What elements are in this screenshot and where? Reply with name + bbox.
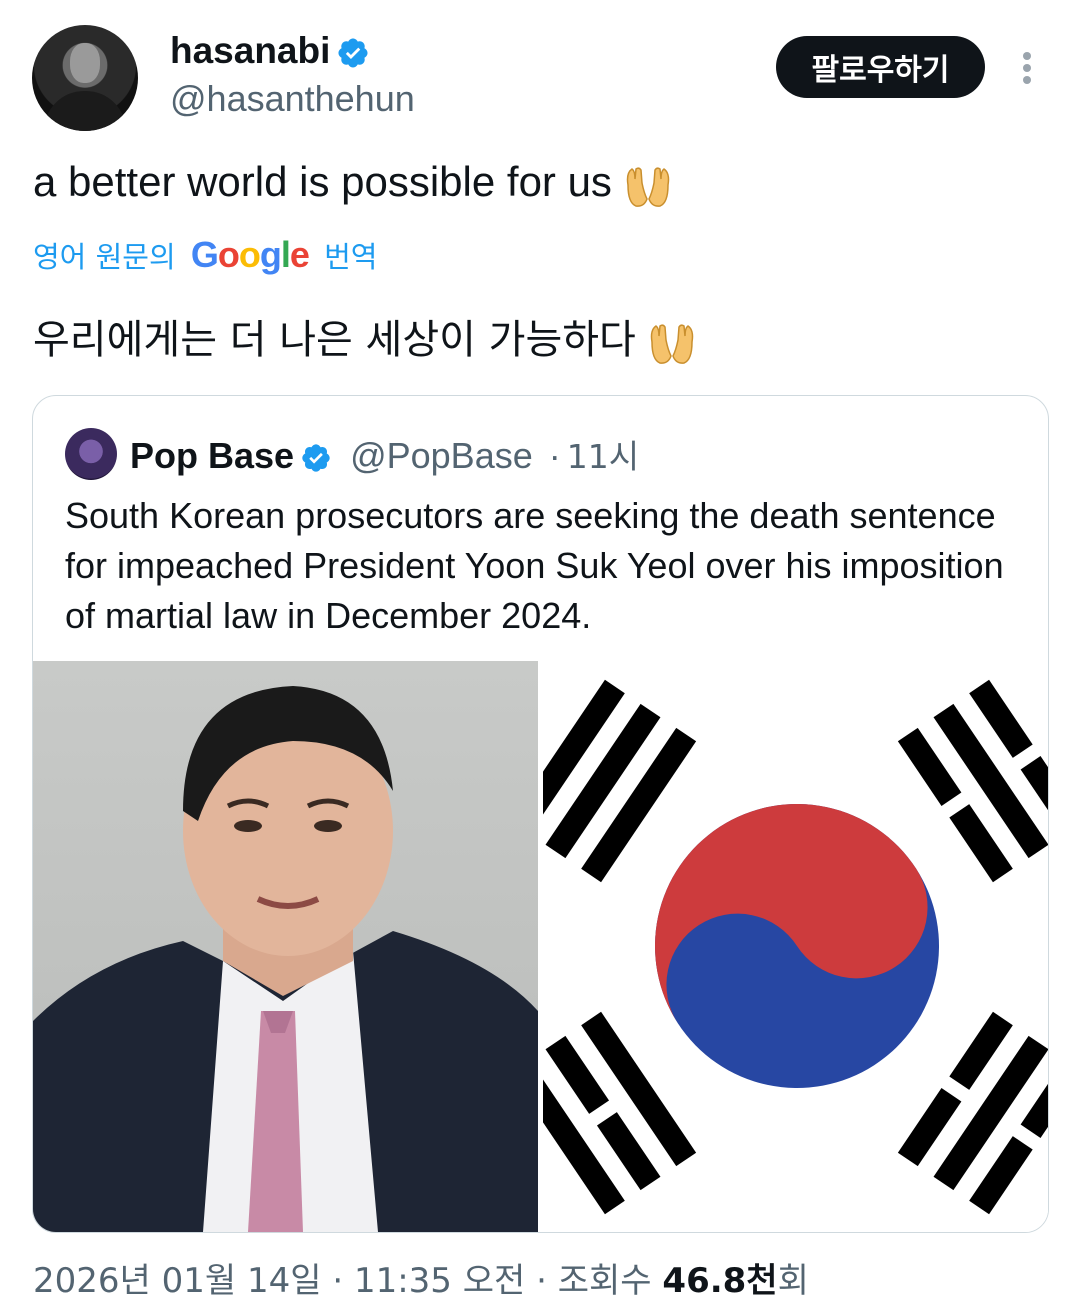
tweet-date[interactable]: 2026년 01월 14일 xyxy=(33,1261,322,1301)
author-handle[interactable]: @hasanthehun xyxy=(170,78,415,120)
meta-separator: · xyxy=(332,1261,344,1301)
translated-text-row: 우리에게는 더 나은 세상이 가능하다 xyxy=(33,307,698,368)
quoted-tweet-card[interactable]: Pop Base @PopBase · 11시 South Korean pros… xyxy=(32,395,1049,1233)
google-letter: l xyxy=(280,234,291,275)
meta-separator: · xyxy=(536,1261,547,1301)
tweet-text: a better world is possible for us xyxy=(33,158,612,205)
quote-author-avatar[interactable] xyxy=(65,428,117,480)
quote-timestamp[interactable]: 11시 xyxy=(567,437,639,476)
author-avatar[interactable] xyxy=(32,25,138,131)
quote-text: South Korean prosecutors are seeking the… xyxy=(65,495,1004,636)
author-name-row[interactable]: hasanabi xyxy=(170,30,370,72)
tweet-time[interactable]: 11:35 오전 xyxy=(354,1261,525,1301)
palms-up-together-icon xyxy=(650,324,694,364)
google-letter: g xyxy=(259,234,282,275)
google-letter: o xyxy=(238,234,261,275)
google-letter: o xyxy=(217,234,240,275)
translate-suffix: 번역 xyxy=(324,240,378,274)
google-letter: e xyxy=(289,234,310,275)
quote-header: Pop Base @PopBase · 11시 xyxy=(130,430,639,478)
portrait-image xyxy=(33,686,538,1232)
views-value: 46.8천 xyxy=(662,1261,778,1301)
translate-link[interactable]: 영어 원문의 Google 번역 xyxy=(33,234,378,276)
author-name[interactable]: hasanabi xyxy=(170,30,330,71)
verified-badge-icon xyxy=(338,38,368,68)
palms-up-together-icon xyxy=(626,167,670,207)
follow-button[interactable]: 팔로우하기 xyxy=(776,36,985,98)
verified-badge-icon xyxy=(302,444,330,473)
quote-media-flag[interactable] xyxy=(543,661,1048,1232)
more-options-icon[interactable] xyxy=(1012,48,1042,88)
tweet-meta: 2026년 01월 14일 · 11:35 오전 · 조회수 46.8천회 xyxy=(33,1253,809,1302)
views-label: 조회수 xyxy=(557,1261,652,1301)
translated-text: 우리에게는 더 나은 세상이 가능하다 xyxy=(33,317,636,363)
tweet-text-row: a better world is possible for us xyxy=(33,158,674,211)
google-letter: G xyxy=(190,234,219,275)
quote-media-portrait[interactable] xyxy=(33,661,538,1232)
quote-separator: · xyxy=(548,435,561,476)
quote-author-handle[interactable]: @PopBase xyxy=(350,435,533,476)
quote-author-name[interactable]: Pop Base xyxy=(130,435,294,476)
translate-prefix: 영어 원문의 xyxy=(33,240,176,274)
google-logo: Google xyxy=(190,234,310,275)
views-suffix: 회 xyxy=(777,1261,809,1301)
korean-flag-image xyxy=(543,661,1048,1232)
